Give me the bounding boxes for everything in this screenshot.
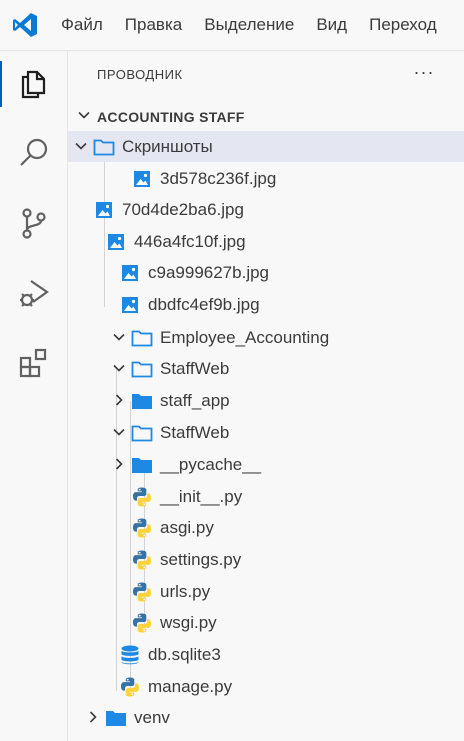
image-file-icon <box>105 231 127 253</box>
tree-item-label: StaffWeb <box>160 423 230 442</box>
tree-item-label: settings.py <box>160 550 242 569</box>
tree-file-settings-py[interactable]: settings.py <box>68 544 464 575</box>
search-icon <box>19 138 47 166</box>
image-file-icon <box>93 199 115 221</box>
tree-folder-staffweb[interactable]: StaffWeb <box>68 353 464 384</box>
menu-file[interactable]: Файл <box>50 0 114 50</box>
chevron-right-icon <box>115 458 123 470</box>
tree-item-label: 70d4de2ba6.jpg <box>122 200 244 219</box>
tree-file-init-py[interactable]: __init__.py <box>68 481 464 512</box>
image-file-icon <box>119 294 141 316</box>
explorer-title: ПРОВОДНИК <box>97 67 183 82</box>
tree-folder-venv[interactable]: venv <box>68 702 464 733</box>
tree-item-label: venv <box>134 708 170 727</box>
tree-item-label: urls.py <box>160 582 211 601</box>
python-file-icon <box>131 549 153 571</box>
folder-closed-icon <box>131 390 153 412</box>
run-debug-button[interactable] <box>0 263 67 323</box>
chevron-down-icon <box>113 364 125 372</box>
tree-item-label: manage.py <box>148 677 233 696</box>
tree-item-label: 3d578c236f.jpg <box>160 169 277 188</box>
menu-edit[interactable]: Правка <box>114 0 193 50</box>
tree-item-label: 446a4fc10f.jpg <box>134 232 246 251</box>
search-button[interactable] <box>0 123 67 183</box>
python-file-icon <box>131 517 153 539</box>
tree-item-label: asgi.py <box>160 518 214 537</box>
folder-closed-icon <box>131 454 153 476</box>
python-file-icon <box>131 486 153 508</box>
image-file-icon <box>119 262 141 284</box>
title-bar: Файл Правка Выделение Вид Переход <box>0 0 464 51</box>
source-control-button[interactable] <box>0 193 67 253</box>
folder-open-icon <box>131 422 153 444</box>
folder-closed-icon <box>105 707 127 729</box>
python-file-icon <box>119 676 141 698</box>
tree-item-label: db.sqlite3 <box>148 645 221 664</box>
tree-item-label: wsgi.py <box>160 613 217 632</box>
workspace-name: ACCOUNTING STAFF <box>97 109 245 125</box>
tree-folder-pycache[interactable]: __pycache__ <box>68 449 464 480</box>
run-debug-icon <box>19 280 49 307</box>
explorer-icon <box>21 70 45 99</box>
tree-file-wsgi-py[interactable]: wsgi.py <box>68 607 464 638</box>
explorer-sidebar: ПРОВОДНИК ··· ACCOUNTING STAFF Скриншоты… <box>68 51 464 741</box>
chevron-down-icon <box>113 428 125 436</box>
tree-folder-employee-accounting[interactable]: Employee_Accounting <box>68 322 464 353</box>
folder-open-icon <box>131 327 153 349</box>
database-file-icon <box>119 644 141 666</box>
tree-item-label: __pycache__ <box>160 455 262 474</box>
tree-item-label: dbdfc4ef9b.jpg <box>148 295 260 314</box>
tree-file-db-sqlite3[interactable]: db.sqlite3 <box>68 639 464 670</box>
menu-selection[interactable]: Выделение <box>193 0 305 50</box>
menu-view[interactable]: Вид <box>305 0 358 50</box>
explorer-button[interactable] <box>0 53 67 113</box>
tree-file-dbdfc4ef9b-jpg[interactable]: dbdfc4ef9b.jpg <box>68 289 464 320</box>
tree-file-3d578c236f-jpg[interactable]: 3d578c236f.jpg <box>68 163 464 194</box>
chevron-down-icon <box>75 142 87 150</box>
python-file-icon <box>131 581 153 603</box>
tree-file-446a4fc10f-jpg[interactable]: 446a4fc10f.jpg <box>68 226 464 257</box>
tree-folder-скриншоты[interactable]: Скриншоты <box>68 131 464 162</box>
chevron-down-icon <box>78 111 90 119</box>
tree-item-label: staff_app <box>160 391 230 410</box>
tree-item-label: Скриншоты <box>122 137 213 156</box>
explorer-header: ПРОВОДНИК ··· <box>68 51 464 97</box>
tree-file-asgi-py[interactable]: asgi.py <box>68 512 464 543</box>
chevron-right-icon <box>89 711 97 723</box>
tree-item-label: Employee_Accounting <box>160 328 330 347</box>
extensions-button[interactable] <box>0 333 67 393</box>
tree-item-label: c9a999627b.jpg <box>148 263 270 282</box>
workspace-header[interactable]: ACCOUNTING STAFF <box>68 105 464 129</box>
tree-folder-staff-app[interactable]: staff_app <box>68 385 464 416</box>
tree-file-manage-py[interactable]: manage.py <box>68 671 464 702</box>
more-actions-button[interactable]: ··· <box>408 57 440 89</box>
tree-file-c9a999627b-jpg[interactable]: c9a999627b.jpg <box>68 257 464 288</box>
chevron-down-icon <box>113 333 125 341</box>
tree-file-urls-py[interactable]: urls.py <box>68 576 464 607</box>
folder-open-icon <box>93 136 115 158</box>
menu-go[interactable]: Переход <box>358 0 448 50</box>
source-control-icon <box>21 208 46 239</box>
tree-item-label: StaffWeb <box>160 359 230 378</box>
extensions-icon <box>19 348 46 378</box>
vscode-logo-icon <box>0 0 50 50</box>
image-file-icon <box>131 168 153 190</box>
folder-open-icon <box>131 358 153 380</box>
chevron-right-icon <box>115 394 123 406</box>
tree-file-70d4de2ba6-jpg[interactable]: 70d4de2ba6.jpg <box>68 194 464 225</box>
tree-folder-staffweb[interactable]: StaffWeb <box>68 417 464 448</box>
activity-bar <box>0 51 68 741</box>
tree-item-label: __init__.py <box>160 487 243 506</box>
python-file-icon <box>131 612 153 634</box>
